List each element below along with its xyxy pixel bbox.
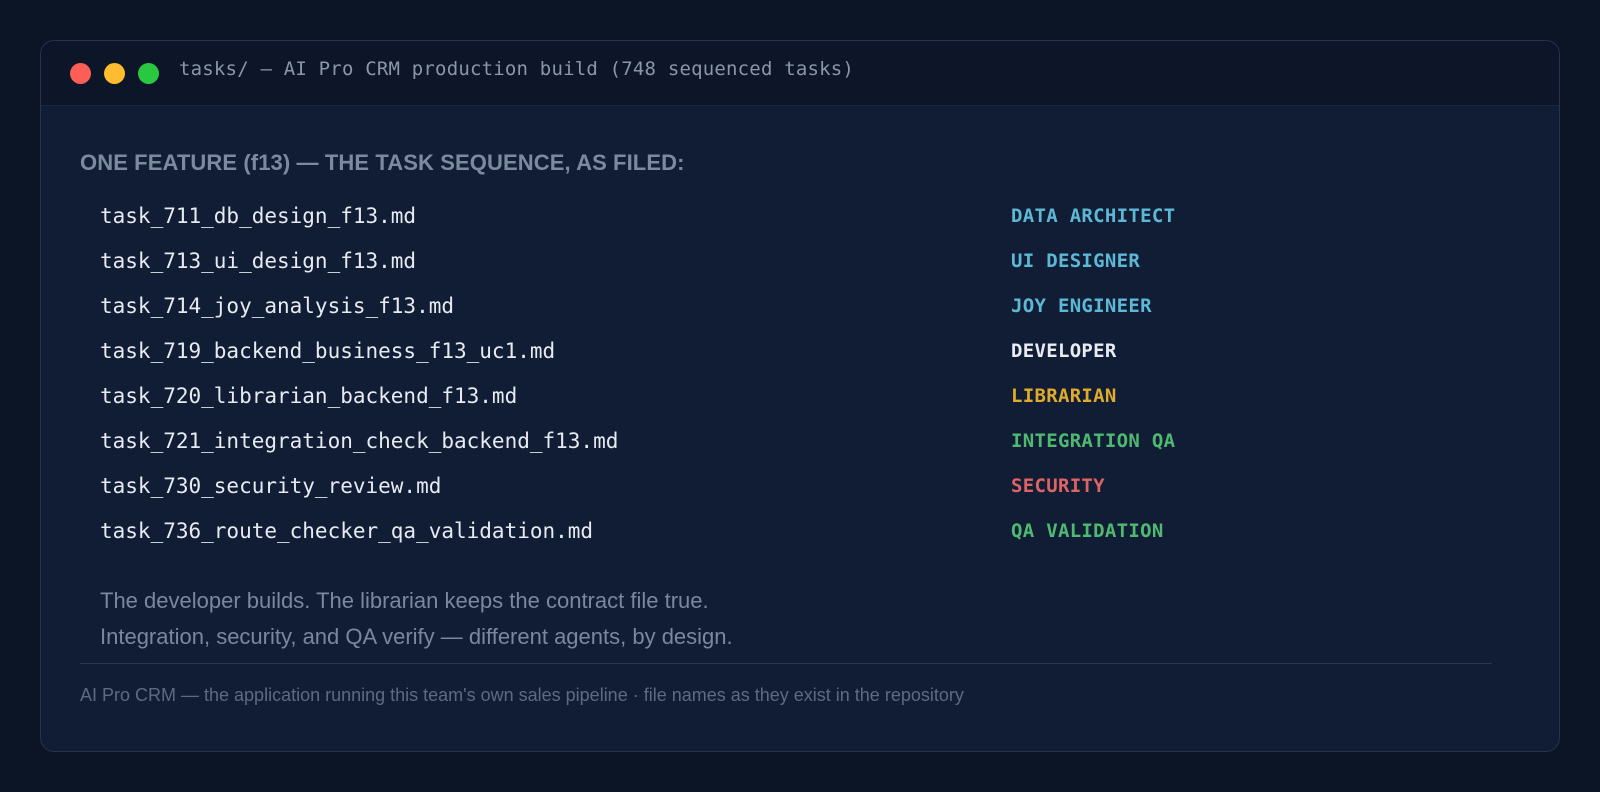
task-file-name: task_711_db_design_f13.md [100, 204, 417, 228]
task-role-label: DATA ARCHITECT [1011, 205, 1176, 227]
close-window-button[interactable] [70, 63, 91, 84]
note-line: Integration, security, and QA verify — d… [100, 624, 733, 649]
section-heading: ONE FEATURE (f13) — THE TASK SEQUENCE, A… [80, 150, 685, 175]
task-row: task_720_librarian_backend_f13.md LIBRAR… [100, 380, 1400, 425]
divider [80, 663, 1492, 664]
task-file-name: task_730_security_review.md [100, 474, 442, 498]
task-role-label: DEVELOPER [1011, 340, 1117, 362]
task-file-name: task_721_integration_check_backend_f13.m… [100, 429, 619, 453]
task-role-label: UI DESIGNER [1011, 250, 1141, 272]
task-row: task_719_backend_business_f13_uc1.md DEV… [100, 335, 1400, 380]
footer-caption: AI Pro CRM — the application running thi… [80, 685, 964, 705]
task-row: task_721_integration_check_backend_f13.m… [100, 425, 1400, 470]
task-file-name: task_720_librarian_backend_f13.md [100, 384, 518, 408]
maximize-window-button[interactable] [138, 63, 159, 84]
minimize-window-button[interactable] [104, 63, 125, 84]
task-role-label: SECURITY [1011, 475, 1105, 497]
task-file-name: task_713_ui_design_f13.md [100, 249, 417, 273]
window-title: tasks/ — AI Pro CRM production build (74… [179, 58, 855, 80]
note-line: The developer builds. The librarian keep… [100, 588, 709, 613]
task-role-label: INTEGRATION QA [1011, 430, 1176, 452]
terminal-window: tasks/ — AI Pro CRM production build (74… [40, 40, 1560, 752]
task-row: task_713_ui_design_f13.md UI DESIGNER [100, 245, 1400, 290]
task-list: task_711_db_design_f13.md DATA ARCHITECT… [100, 200, 1400, 560]
explanatory-note: The developer builds. The librarian keep… [100, 583, 733, 655]
title-bar: tasks/ — AI Pro CRM production build (74… [41, 41, 1559, 106]
task-row: task_730_security_review.md SECURITY [100, 470, 1400, 515]
task-role-label: LIBRARIAN [1011, 385, 1117, 407]
task-row: task_714_joy_analysis_f13.md JOY ENGINEE… [100, 290, 1400, 335]
task-file-name: task_736_route_checker_qa_validation.md [100, 519, 594, 543]
task-file-name: task_719_backend_business_f13_uc1.md [100, 339, 556, 363]
task-row: task_711_db_design_f13.md DATA ARCHITECT [100, 200, 1400, 245]
task-sequence-panel: ONE FEATURE (f13) — THE TASK SEQUENCE, A… [41, 105, 1559, 751]
task-file-name: task_714_joy_analysis_f13.md [100, 294, 455, 318]
task-role-label: QA VALIDATION [1011, 520, 1164, 542]
task-role-label: JOY ENGINEER [1011, 295, 1152, 317]
task-row: task_736_route_checker_qa_validation.md … [100, 515, 1400, 560]
